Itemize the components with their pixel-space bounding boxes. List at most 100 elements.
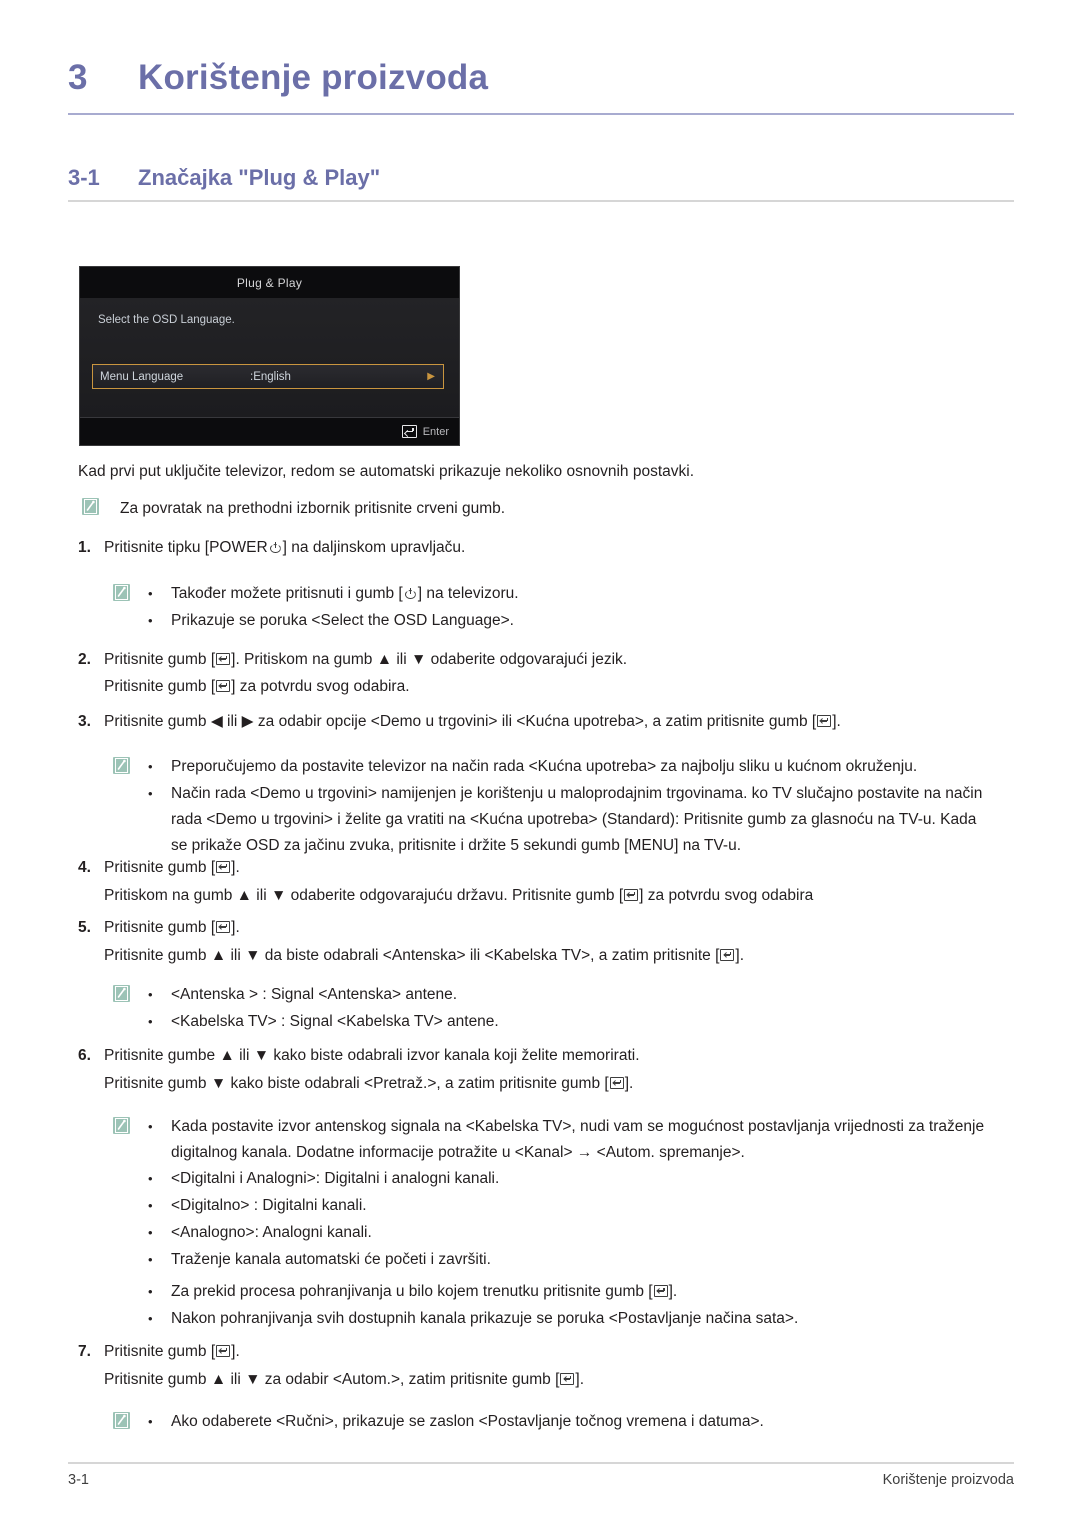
step-1-note-1-text: Također možete pritisnuti i gumb [] na t…	[171, 581, 978, 607]
step-6-note-6-text: Za prekid procesa pohranjivanja u bilo k…	[171, 1279, 988, 1305]
step-6-note-6-a: Za prekid procesa pohranjivanja u bilo k…	[171, 1283, 653, 1300]
step-7-number: 7.	[78, 1343, 91, 1360]
bullet-marker: •	[148, 1252, 153, 1267]
step-6-note-6-b: ].	[668, 1283, 678, 1300]
bullet-marker: •	[148, 1014, 153, 1029]
bullet-marker: •	[148, 1119, 153, 1134]
osd-body: Select the OSD Language. Menu Language :…	[80, 298, 459, 417]
footer-chapter-name: Korištenje proizvoda	[882, 1472, 1014, 1488]
chevron-right-icon: ▶	[427, 370, 435, 382]
step-6-note-1: • Kada postavite izvor antenskog signala…	[148, 1114, 988, 1166]
note-icon	[113, 584, 130, 601]
step-4-number: 4.	[78, 859, 91, 876]
step-5-note-1-text: <Antenska > : Signal <Antenska> antene.	[171, 986, 458, 1003]
step-7-line-1-b: ].	[231, 1343, 240, 1360]
note-icon	[82, 498, 99, 515]
step-3-text-b: ].	[832, 713, 841, 730]
step-7-line-2-a: Pritisnite gumb ▲ ili ▼ za odabir <Autom…	[104, 1371, 560, 1388]
step-6-line-2: Pritisnite gumb ▼ kako biste odabrali <P…	[104, 1071, 994, 1097]
step-4-line-1-b: ].	[231, 859, 240, 876]
section-divider	[68, 200, 1014, 202]
bullet-marker: •	[148, 1311, 153, 1326]
step-6-note-6: • Za prekid procesa pohranjivanja u bilo…	[148, 1279, 988, 1305]
step-6-note-3-text: <Digitalno> : Digitalni kanali.	[171, 1197, 367, 1214]
step-6-note-4-text: <Analogno>: Analogni kanali.	[171, 1224, 372, 1241]
section-heading: 3-1 Značajka "Plug & Play"	[68, 165, 1014, 191]
osd-footer-bar: Enter	[80, 417, 459, 445]
step-5-note-2-text: <Kabelska TV> : Signal <Kabelska TV> ant…	[171, 1013, 499, 1030]
step-4: 4. Pritisnite gumb [].	[78, 855, 978, 881]
step-5-line-1-a: Pritisnite gumb [	[104, 919, 216, 936]
bullet-marker: •	[148, 1414, 153, 1429]
bullet-marker: •	[148, 1284, 153, 1299]
step-5-line-2-a: Pritisnite gumb ▲ ili ▼ da biste odabral…	[104, 947, 720, 964]
step-3-number: 3.	[78, 713, 91, 730]
step-7-note-text: Ako odaberete <Ručni>, prikazuje se zasl…	[171, 1413, 764, 1430]
step-6-note-2-text: <Digitalni i Analogni>: Digitalni i anal…	[171, 1170, 500, 1187]
osd-prompt-text: Select the OSD Language.	[98, 314, 235, 326]
bullet-marker: •	[148, 586, 153, 601]
osd-menu-language-row[interactable]: Menu Language :English ▶	[92, 364, 444, 389]
step-6: 6. Pritisnite gumbe ▲ ili ▼ kako biste o…	[78, 1043, 1008, 1069]
step-4-line-1: Pritisnite gumb [].	[104, 855, 978, 881]
enter-key-icon	[216, 680, 231, 692]
enter-key-icon	[624, 889, 639, 901]
step-3-note-2-text: Način rada <Demo u trgovini> namijenjen …	[171, 785, 983, 854]
step-6-note-1-text: Kada postavite izvor antenskog signala n…	[171, 1118, 985, 1161]
step-1-note-2-text: Prikazuje se poruka <Select the OSD Lang…	[171, 612, 514, 629]
step-3-text-a: Pritisnite gumb ◀ ili ▶ za odabir opcije…	[104, 713, 817, 730]
document-page: 3 Korištenje proizvoda 3-1 Značajka "Plu…	[0, 0, 1080, 1527]
osd-menu-language-value: :English	[250, 370, 291, 383]
bullet-marker: •	[148, 613, 153, 628]
step-7-line-1-a: Pritisnite gumb [	[104, 1343, 216, 1360]
step-6-number: 6.	[78, 1047, 91, 1064]
step-7-line-2: Pritisnite gumb ▲ ili ▼ za odabir <Autom…	[104, 1367, 994, 1393]
step-2-number: 2.	[78, 651, 91, 668]
note-icon	[113, 757, 130, 774]
bullet-marker: •	[148, 1225, 153, 1240]
step-6-note-2: • <Digitalni i Analogni>: Digitalni i an…	[148, 1166, 988, 1192]
section-title: Značajka "Plug & Play"	[138, 165, 381, 190]
step-5-line-2: Pritisnite gumb ▲ ili ▼ da biste odabral…	[104, 943, 994, 969]
step-4-line-2-b: ] za potvrdu svog odabira	[639, 887, 814, 904]
note-icon	[113, 985, 130, 1002]
step-1-number: 1.	[78, 539, 91, 556]
step-7-line-1: Pritisnite gumb [].	[104, 1339, 978, 1365]
step-3: 3. Pritisnite gumb ◀ ili ▶ za odabir opc…	[78, 709, 1008, 735]
bullet-marker: •	[148, 987, 153, 1002]
osd-titlebar: Plug & Play	[80, 267, 459, 298]
step-6-line-1: Pritisnite gumbe ▲ ili ▼ kako biste odab…	[104, 1047, 640, 1064]
step-5-note-1: • <Antenska > : Signal <Antenska> antene…	[148, 982, 988, 1008]
step-1-text-b: ] na daljinskom upravljaču.	[282, 539, 466, 556]
step-4-line-2: Pritiskom na gumb ▲ ili ▼ odaberite odgo…	[104, 883, 994, 909]
enter-key-icon	[216, 653, 231, 665]
footer-page-number: 3-1	[68, 1472, 89, 1488]
step-6-note-5: • Traženje kanala automatski će početi i…	[148, 1247, 988, 1273]
step-1-note-1-b: ] na televizoru.	[417, 585, 519, 602]
step-5: 5. Pritisnite gumb [].	[78, 915, 978, 941]
power-icon	[269, 541, 282, 554]
note-first-text: Za povratak na prethodni izbornik pritis…	[120, 500, 506, 517]
chapter-heading: 3 Korištenje proizvoda	[68, 58, 1014, 98]
enter-key-icon	[653, 1285, 668, 1297]
step-7: 7. Pritisnite gumb [].	[78, 1339, 978, 1365]
chapter-divider	[68, 113, 1014, 115]
step-4-line-2-a: Pritiskom na gumb ▲ ili ▼ odaberite odgo…	[104, 887, 624, 904]
step-3-text: Pritisnite gumb ◀ ili ▶ za odabir opcije…	[104, 709, 1008, 735]
chapter-number: 3	[68, 58, 88, 97]
enter-key-icon	[216, 1345, 231, 1357]
enter-key-icon	[560, 1373, 575, 1385]
note-icon	[113, 1412, 130, 1429]
bullet-marker: •	[148, 759, 153, 774]
bullet-marker: •	[148, 1171, 153, 1186]
enter-key-icon	[401, 425, 417, 438]
step-3-note-1-text: Preporučujemo da postavite televizor na …	[171, 758, 918, 775]
step-5-line-2-b: ].	[735, 947, 745, 964]
step-2-line-1-b: ]. Pritiskom na gumb ▲ ili ▼ odaberite o…	[231, 651, 628, 668]
osd-screenshot-figure: Plug & Play Select the OSD Language. Men…	[79, 266, 460, 446]
step-4-line-1-a: Pritisnite gumb [	[104, 859, 216, 876]
step-1: 1. Pritisnite tipku [POWER ] na daljinsko…	[78, 535, 978, 561]
step-1-text-a: Pritisnite tipku [POWER	[104, 539, 268, 556]
step-6-note-4: • <Analogno>: Analogni kanali.	[148, 1220, 988, 1246]
step-6-note-5-text: Traženje kanala automatski će početi i z…	[171, 1251, 491, 1268]
